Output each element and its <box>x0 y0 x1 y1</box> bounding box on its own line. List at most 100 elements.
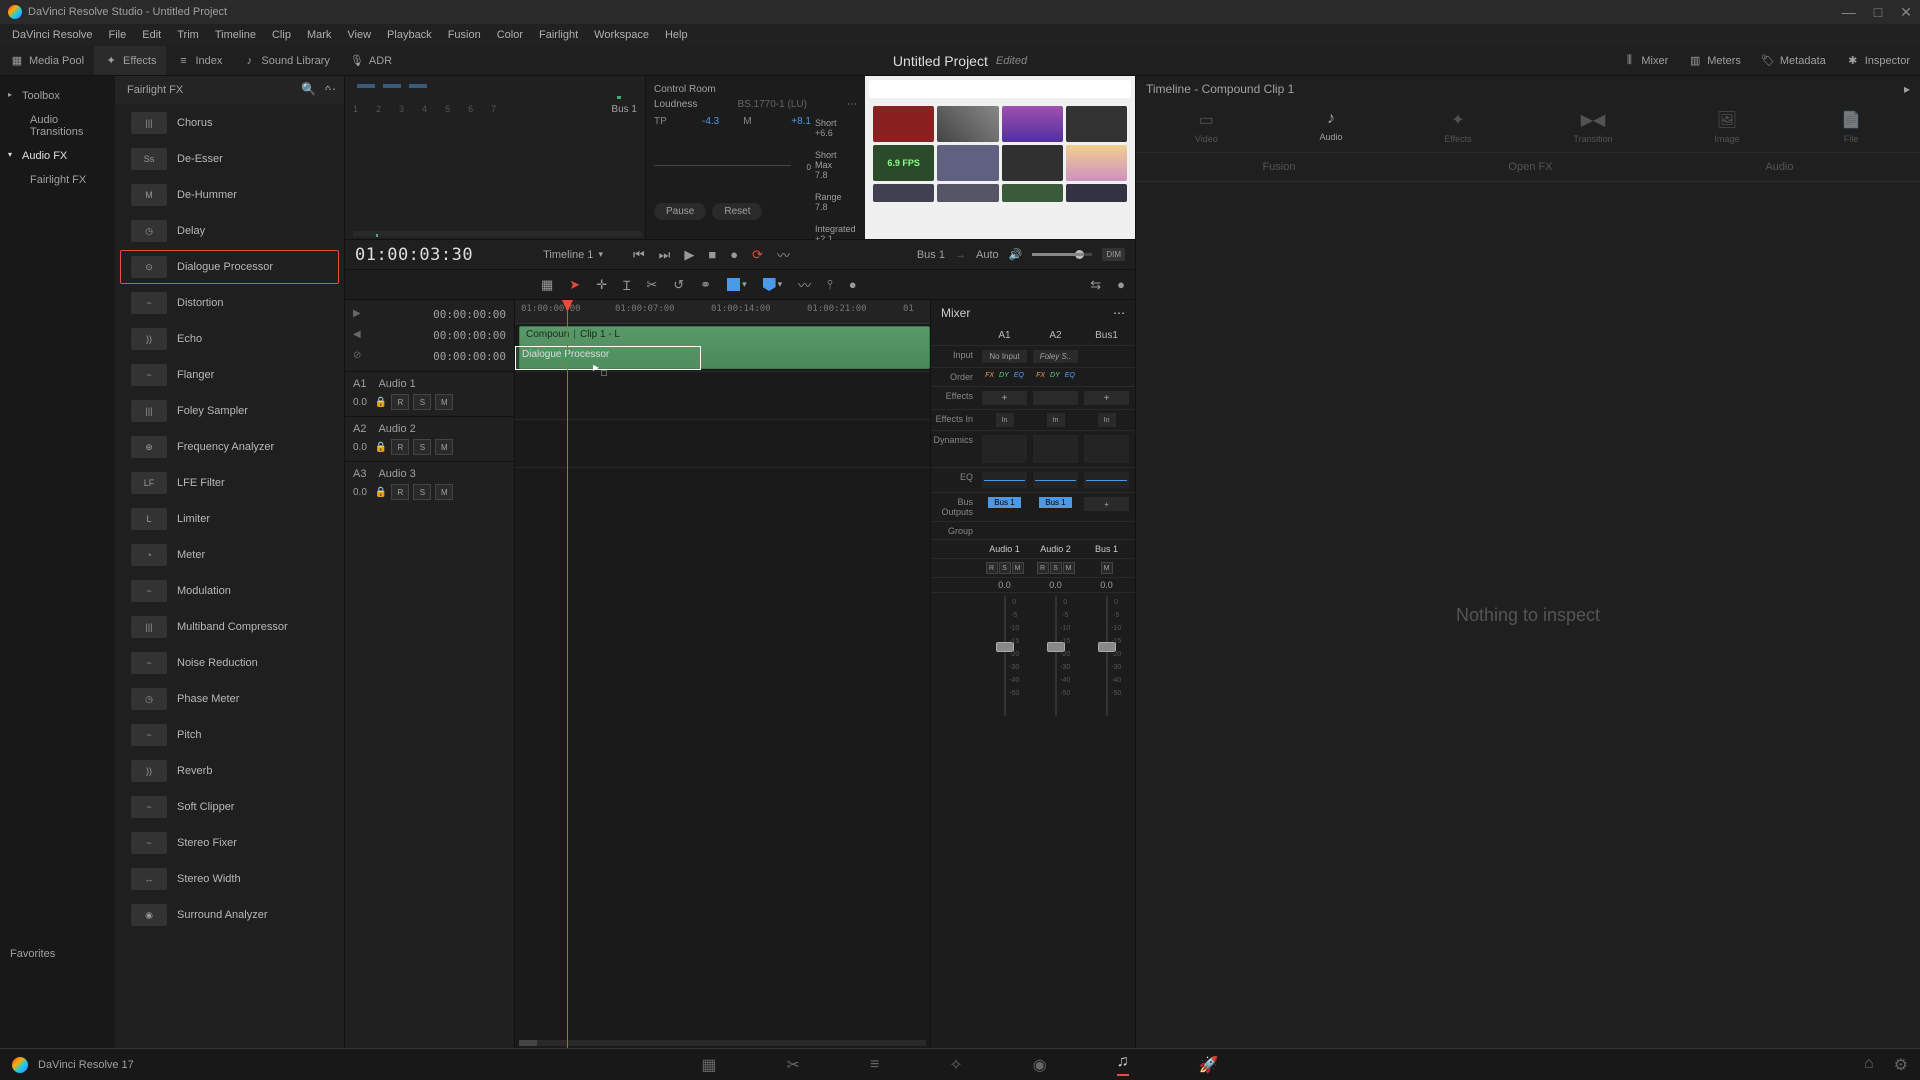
inspector-button[interactable]: ✱Inspector <box>1836 54 1920 68</box>
mark-out-icon[interactable]: ◀ <box>353 329 361 342</box>
waveform-icon[interactable]: 〰 <box>798 275 811 294</box>
mute-a3[interactable]: M <box>435 484 453 500</box>
fx-item-limiter[interactable]: LLimiter <box>120 502 339 536</box>
color-page-icon[interactable]: ◉ <box>1033 1055 1047 1075</box>
rec-arm-a2[interactable]: R <box>1037 562 1049 574</box>
rec-arm-a1[interactable]: R <box>986 562 998 574</box>
track-lane-a1[interactable]: Compoun|Clip 1 - L Dialogue Processor ▸ <box>515 324 930 372</box>
menu-mark[interactable]: Mark <box>299 29 339 41</box>
search-icon[interactable]: 🔍 <box>301 82 316 96</box>
play-button[interactable]: ▶ <box>684 247 694 263</box>
reset-button[interactable]: Reset <box>712 203 762 220</box>
order-a2[interactable]: FXDYEQ <box>1032 371 1079 380</box>
stop-button[interactable]: ■ <box>708 247 716 262</box>
fx-slot-a1[interactable]: + <box>982 391 1027 405</box>
metadata-button[interactable]: 🏷Metadata <box>1751 54 1836 68</box>
fader-a1[interactable] <box>1004 596 1006 716</box>
fx-slot-bus[interactable]: + <box>1084 391 1129 405</box>
nav-toolbox[interactable]: Toolbox <box>0 84 115 108</box>
fx-item-chorus[interactable]: |||Chorus <box>120 106 339 140</box>
busout-a1[interactable]: Bus 1 <box>988 497 1020 508</box>
fx-item-phase-meter[interactable]: ◷Phase Meter <box>120 682 339 716</box>
prev-button[interactable]: ⏮ <box>633 247 645 263</box>
loop-button[interactable]: ⟳ <box>752 247 763 263</box>
marker-icon[interactable]: ● <box>849 277 857 292</box>
track-header-a1[interactable]: A1Audio 10.0🔒RSM <box>345 371 514 416</box>
auto-mode[interactable]: Auto <box>976 249 999 261</box>
settings-icon[interactable]: ⚙ <box>1894 1055 1908 1075</box>
fairlight-page-icon[interactable]: ♫ <box>1117 1053 1129 1076</box>
order-a1[interactable]: FXDYEQ <box>981 371 1028 380</box>
fx-item-soft-clipper[interactable]: ~Soft Clipper <box>120 790 339 824</box>
rec-arm-a2[interactable]: R <box>391 439 409 455</box>
lock-icon[interactable]: 🔒 <box>375 442 387 453</box>
sound-library-button[interactable]: ♪Sound Library <box>232 46 340 75</box>
menu-view[interactable]: View <box>339 29 379 41</box>
solo-a2[interactable]: S <box>413 439 431 455</box>
speaker-icon[interactable]: 🔊 <box>1009 248 1023 261</box>
eq-a1[interactable] <box>982 472 1027 488</box>
track-lane-a2[interactable] <box>515 372 930 420</box>
fader-bus[interactable] <box>1106 596 1108 716</box>
fxin-a1[interactable]: In <box>996 413 1014 427</box>
automation-icon[interactable]: 〰 <box>777 245 790 264</box>
mute-a1[interactable]: M <box>1012 562 1024 574</box>
solo-a1[interactable]: S <box>999 562 1011 574</box>
duration-icon[interactable]: ⊘ <box>353 350 361 363</box>
nav-fairlight-fx[interactable]: Fairlight FX <box>0 168 115 192</box>
dyn-a1[interactable] <box>982 435 1027 463</box>
fx-item-frequency-analyzer[interactable]: ⊕Frequency Analyzer <box>120 430 339 464</box>
ch-name-a2[interactable]: Audio 2 <box>1030 540 1081 558</box>
tab-effects[interactable]: ✦Effects <box>1444 110 1471 144</box>
fx-item-modulation[interactable]: ~Modulation <box>120 574 339 608</box>
menu-help[interactable]: Help <box>657 29 696 41</box>
dyn-bus[interactable] <box>1084 435 1129 463</box>
dot-icon[interactable]: ● <box>1117 277 1125 292</box>
loudness-more-icon[interactable]: ⋯ <box>847 99 857 110</box>
fx-item-flanger[interactable]: ~Flanger <box>120 358 339 392</box>
menu-fusion[interactable]: Fusion <box>440 29 489 41</box>
fx-item-pitch[interactable]: ~Pitch <box>120 718 339 752</box>
busout-bus[interactable]: + <box>1084 497 1129 511</box>
menu-resolve[interactable]: DaVinci Resolve <box>4 29 101 41</box>
rec-arm-a3[interactable]: R <box>391 484 409 500</box>
fx-item-distortion[interactable]: ~Distortion <box>120 286 339 320</box>
fx-item-lfe-filter[interactable]: LFLFE Filter <box>120 466 339 500</box>
tab-image[interactable]: 🖼Image <box>1714 110 1739 144</box>
fader-a2[interactable] <box>1055 596 1057 716</box>
record-button[interactable]: ● <box>730 247 738 262</box>
fx-item-stereo-width[interactable]: ↔Stereo Width <box>120 862 339 896</box>
track-lane-a3[interactable] <box>515 420 930 468</box>
pencil-tool-icon[interactable]: ↺ <box>673 277 684 293</box>
fx-item-dialogue-processor[interactable]: ⊙Dialogue Processor <box>120 250 339 284</box>
pointer-tool-icon[interactable]: ➤ <box>569 277 580 293</box>
cut-page-icon[interactable]: ✂ <box>787 1055 800 1075</box>
dim-button[interactable]: DIM <box>1102 248 1125 261</box>
menu-fairlight[interactable]: Fairlight <box>531 29 586 41</box>
track-header-a2[interactable]: A2Audio 20.0🔒RSM <box>345 416 514 461</box>
menu-clip[interactable]: Clip <box>264 29 299 41</box>
rec-arm-a1[interactable]: R <box>391 394 409 410</box>
mixer-options-icon[interactable]: ⋯ <box>1113 306 1125 320</box>
timeline-ruler[interactable]: 01:00:00:00 01:00:07:00 01:00:14:00 01:0… <box>515 300 930 324</box>
nav-audio-transitions[interactable]: Audio Transitions <box>0 108 115 144</box>
fx-item-noise-reduction[interactable]: ~Noise Reduction <box>120 646 339 680</box>
fx-item-de-hummer[interactable]: MDe-Hummer <box>120 178 339 212</box>
next-button[interactable]: ⏭ <box>659 247 671 263</box>
tab-file[interactable]: 📄File <box>1841 110 1861 144</box>
close-button[interactable]: ✕ <box>1900 4 1912 21</box>
blue-marker-icon[interactable] <box>763 278 776 291</box>
index-button[interactable]: ≡Index <box>166 46 232 75</box>
maximize-button[interactable]: □ <box>1874 4 1882 21</box>
fx-list[interactable]: |||ChorusSsDe-EsserMDe-Hummer◷Delay⊙Dial… <box>115 104 344 1048</box>
mute-bus[interactable]: M <box>1101 562 1113 574</box>
solo-a2[interactable]: S <box>1050 562 1062 574</box>
subtab-openfx[interactable]: Open FX <box>1508 161 1552 173</box>
nav-audio-fx[interactable]: Audio FX <box>0 144 115 168</box>
mute-a1[interactable]: M <box>435 394 453 410</box>
eq-a2[interactable] <box>1033 472 1078 488</box>
playhead[interactable] <box>567 300 568 1048</box>
fusion-page-icon[interactable]: ✧ <box>949 1055 962 1075</box>
fx-item-surround-analyzer[interactable]: ◉Surround Analyzer <box>120 898 339 932</box>
dyn-a2[interactable] <box>1033 435 1078 463</box>
